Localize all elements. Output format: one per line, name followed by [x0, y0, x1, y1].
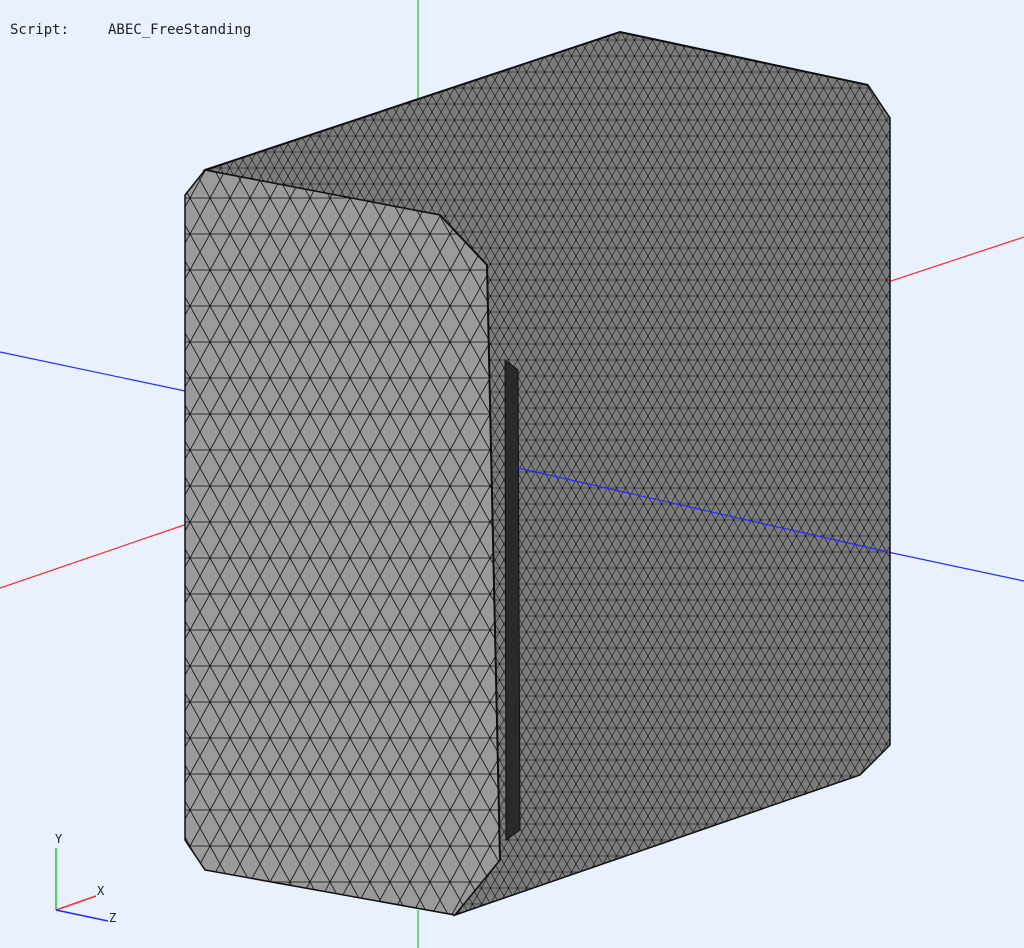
script-info: Script: ABEC_FreeStanding: [10, 22, 251, 38]
scene-canvas[interactable]: Y X Z: [0, 0, 1024, 948]
script-name: ABEC_FreeStanding: [108, 22, 252, 38]
mesh-lines-side: [185, 170, 500, 915]
world-axis-x-left: [0, 522, 191, 589]
orientation-triad: Y X Z: [55, 832, 116, 925]
world-axis-z-left: [0, 351, 191, 393]
slot-port: [504, 358, 521, 841]
triad-x-axis: [55, 895, 97, 911]
triad-z-label: Z: [109, 911, 116, 925]
speaker-enclosure-mesh[interactable]: [180, 20, 900, 920]
script-label: Script:: [10, 22, 70, 38]
triad-z-axis: [55, 909, 109, 922]
triad-x-label: X: [97, 884, 105, 898]
world-axis-z-right: [887, 551, 1024, 582]
3d-viewport[interactable]: Y X Z Script: ABEC_FreeStanding: [0, 0, 1024, 948]
triad-y-label: Y: [55, 832, 63, 846]
world-axis-x-right: [887, 236, 1024, 283]
